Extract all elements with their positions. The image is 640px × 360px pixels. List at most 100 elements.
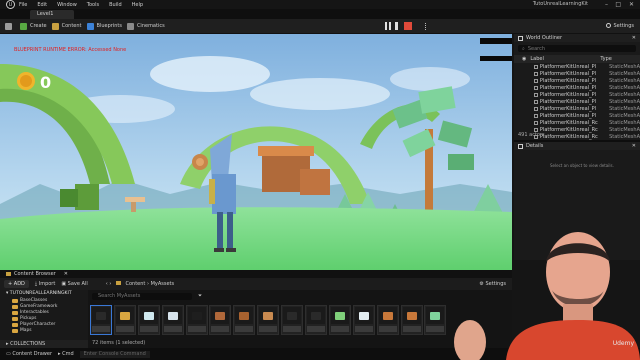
asset-tile[interactable] bbox=[233, 305, 256, 335]
content-drawer-label: Content Drawer bbox=[12, 351, 52, 357]
asset-thumbnail bbox=[283, 307, 302, 324]
filter-icon[interactable]: ⏷ bbox=[198, 293, 202, 299]
content-browser-close-icon[interactable]: ✕ bbox=[64, 271, 68, 277]
project-title: TutoUnrealLearningKit bbox=[532, 1, 588, 7]
outliner-row[interactable]: PlatformerKitUnreal_Pl StaticMeshA bbox=[514, 91, 640, 98]
content-browser-tab[interactable]: Content Browser ✕ bbox=[0, 270, 512, 278]
column-label[interactable]: Label bbox=[530, 56, 600, 62]
asset-tile[interactable] bbox=[424, 305, 447, 335]
outliner-row-type: StaticMeshA bbox=[609, 98, 640, 105]
more-options-icon[interactable] bbox=[425, 23, 426, 30]
outliner-row-label: PlatformerKitUnreal_Pl bbox=[539, 91, 596, 98]
add-button[interactable]: + ADD bbox=[4, 280, 29, 288]
level-tab-label: Level1 bbox=[37, 11, 54, 17]
pause-icon[interactable] bbox=[385, 22, 391, 30]
menu-help[interactable]: Help bbox=[132, 2, 143, 8]
skip-frame-icon[interactable] bbox=[395, 22, 400, 30]
content-button[interactable]: Content bbox=[51, 22, 82, 30]
asset-tile[interactable] bbox=[90, 305, 112, 335]
eye-icon[interactable]: ◉ bbox=[522, 56, 526, 62]
asset-tile[interactable] bbox=[376, 305, 399, 335]
folder-icon bbox=[12, 329, 18, 333]
asset-label-strip bbox=[378, 326, 397, 332]
cinematics-button[interactable]: Cinematics bbox=[126, 22, 165, 30]
asset-label-strip bbox=[139, 326, 158, 332]
asset-label-strip bbox=[259, 326, 278, 332]
outliner-close-icon[interactable]: ✕ bbox=[632, 35, 636, 41]
outliner-column-header: ◉ Label Type bbox=[514, 55, 640, 63]
outliner-row[interactable]: PlatformerKitUnreal_Pl StaticMeshA bbox=[514, 70, 640, 77]
asset-tile[interactable] bbox=[137, 305, 160, 335]
content-browser-sources: ▾ TUTOUNREALLEARNINGKIT BaseClasses Game… bbox=[0, 290, 88, 348]
outliner-row-label: PlatformerKitUnreal_Rc bbox=[539, 126, 598, 133]
asset-preview-shape bbox=[311, 312, 322, 320]
tree-folder-maps[interactable]: Maps bbox=[0, 328, 88, 334]
blueprints-button[interactable]: Blueprints bbox=[86, 22, 122, 30]
asset-preview-shape bbox=[96, 312, 106, 320]
tree-root-item[interactable]: ▾ TUTOUNREALLEARNINGKIT bbox=[0, 290, 88, 298]
outliner-search-input[interactable]: ⌕ Search bbox=[518, 45, 636, 52]
back-icon[interactable]: ‹ bbox=[106, 281, 108, 287]
asset-tile[interactable] bbox=[185, 305, 208, 335]
close-icon[interactable]: ✕ bbox=[629, 1, 634, 8]
static-mesh-icon bbox=[534, 99, 538, 104]
column-type[interactable]: Type bbox=[600, 56, 611, 62]
menu-window[interactable]: Window bbox=[57, 2, 77, 8]
create-icon bbox=[20, 22, 27, 30]
asset-tile[interactable] bbox=[400, 305, 423, 335]
breadcrumb-myassets[interactable]: MyAssets bbox=[151, 281, 175, 287]
static-mesh-icon bbox=[534, 127, 538, 132]
asset-label-strip bbox=[354, 326, 373, 332]
menu-tools[interactable]: Tools bbox=[87, 2, 99, 8]
collections-header[interactable]: ▸ COLLECTIONS bbox=[0, 340, 88, 348]
tab-level[interactable]: Level1 bbox=[30, 10, 74, 19]
outliner-row[interactable]: PlatformerKitUnreal_Pl StaticMeshA bbox=[514, 98, 640, 105]
menu-file[interactable]: File bbox=[19, 2, 27, 8]
cmd-label: Cmd bbox=[62, 351, 74, 357]
outliner-row[interactable]: PlatformerKitUnreal_Pl StaticMeshA bbox=[514, 77, 640, 84]
import-button[interactable]: ⤓ Import bbox=[35, 281, 55, 287]
menu-build[interactable]: Build bbox=[109, 2, 122, 8]
static-mesh-icon bbox=[534, 64, 538, 69]
asset-tile[interactable] bbox=[305, 305, 328, 335]
blueprints-label: Blueprints bbox=[96, 23, 122, 29]
save-all-button[interactable]: ▣ Save All bbox=[61, 281, 87, 287]
asset-preview-shape bbox=[119, 312, 130, 320]
outliner-row[interactable]: PlatformerKitUnreal_Rc StaticMeshA bbox=[514, 119, 640, 126]
maximize-icon[interactable]: □ bbox=[615, 1, 621, 8]
content-drawer-button[interactable]: ▭ Content Drawer bbox=[6, 351, 52, 357]
static-mesh-icon bbox=[534, 113, 538, 118]
outliner-row[interactable]: PlatformerKitUnreal_Pl StaticMeshA bbox=[514, 105, 640, 112]
outliner-icon bbox=[518, 35, 523, 41]
asset-preview-shape bbox=[358, 312, 369, 320]
details-close-icon[interactable]: ✕ bbox=[632, 143, 636, 149]
forward-icon[interactable]: › bbox=[109, 281, 111, 287]
asset-tile[interactable] bbox=[161, 305, 184, 335]
asset-thumbnail bbox=[163, 307, 182, 324]
asset-preview-shape bbox=[430, 312, 441, 320]
breadcrumb-content[interactable]: Content bbox=[126, 281, 146, 287]
asset-tile[interactable] bbox=[209, 305, 232, 335]
menu-edit[interactable]: Edit bbox=[37, 2, 47, 8]
level-viewport[interactable]: BLUEPRINT RUNTIME ERROR: Accessed None 0 bbox=[0, 34, 512, 270]
unreal-logo-icon[interactable]: U bbox=[6, 0, 15, 9]
stop-icon[interactable] bbox=[404, 22, 412, 30]
asset-tile[interactable] bbox=[113, 305, 136, 335]
asset-tile[interactable] bbox=[257, 305, 280, 335]
create-button[interactable]: Create bbox=[20, 22, 47, 30]
asset-label-strip bbox=[92, 326, 110, 332]
outliner-row[interactable]: PlatformerKitUnreal_Pl StaticMeshA bbox=[514, 84, 640, 91]
asset-tile[interactable] bbox=[352, 305, 375, 335]
asset-tile[interactable] bbox=[328, 305, 351, 335]
minimize-icon[interactable]: – bbox=[605, 1, 608, 8]
toolbar-settings-button[interactable]: Settings bbox=[606, 23, 634, 29]
console-command-input[interactable]: Enter Console Command bbox=[79, 350, 150, 358]
asset-thumbnail bbox=[259, 307, 278, 324]
asset-tile[interactable] bbox=[281, 305, 304, 335]
outliner-row[interactable]: PlatformerKitUnreal_Pl StaticMeshA bbox=[514, 63, 640, 70]
outliner-row[interactable]: PlatformerKitUnreal_Pl StaticMeshA bbox=[514, 112, 640, 119]
save-button[interactable] bbox=[5, 22, 15, 30]
cmd-button[interactable]: ▸ Cmd bbox=[58, 351, 74, 357]
static-mesh-icon bbox=[534, 106, 538, 111]
asset-search-input[interactable]: Search MyAssets bbox=[92, 293, 192, 300]
